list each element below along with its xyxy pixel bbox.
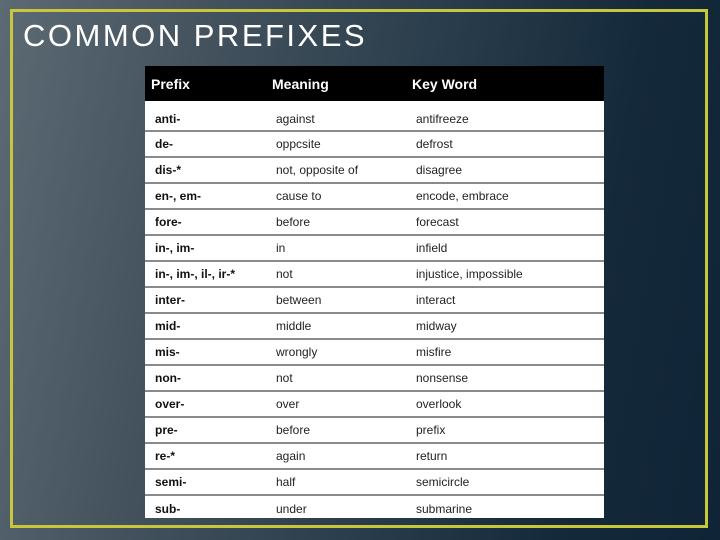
table-row: dis-* not, opposite of disagree (145, 156, 604, 183)
key-word-cell: infield (406, 234, 604, 261)
meaning-cell: not (266, 260, 406, 287)
prefix-cell: pre- (145, 416, 266, 443)
table-row: over-over overlook (145, 390, 604, 417)
key-word-cell: submarine (406, 494, 604, 521)
prefix-table: Prefix Meaning Key Word anti-against anti… (145, 66, 604, 521)
key-word-cell: misfire (406, 338, 604, 365)
header-prefix: Prefix (151, 75, 190, 92)
meaning-cell: under (266, 494, 406, 521)
table-header-row: Prefix Meaning Key Word (145, 66, 604, 101)
key-word-cell: defrost (406, 130, 604, 157)
key-word-cell: overlook (406, 390, 604, 417)
meaning-cell: not (266, 364, 406, 391)
key-word-cell: injustice, impossible (406, 260, 604, 287)
table-row: sub-under submarine (145, 494, 604, 521)
prefix-cell: mid- (145, 312, 266, 339)
table-row: en-, em-cause to encode, embrace (145, 182, 604, 209)
meaning-cell: not, opposite of (266, 156, 406, 183)
header-key-word: Key Word (412, 75, 478, 92)
meaning-cell: half (266, 468, 406, 495)
meaning-cell: against (276, 111, 315, 126)
meaning-cell: oppcsite (266, 130, 406, 157)
key-word-cell: interact (406, 286, 604, 313)
prefix-cell: en-, em- (145, 182, 266, 209)
key-word-cell: nonsense (406, 364, 604, 391)
meaning-cell: before (266, 208, 406, 235)
table-row: mis-wrongly misfire (145, 338, 604, 365)
meaning-cell: again (266, 442, 406, 469)
prefix-cell: over- (145, 390, 266, 417)
prefix-cell: mis- (145, 338, 266, 365)
meaning-cell: cause to (266, 182, 406, 209)
table-row: anti-against antifreeze (145, 101, 604, 131)
table-row: fore-before forecast (145, 208, 604, 235)
meaning-cell: in (266, 234, 406, 261)
table-row: in-, im-, il-, ir-* not injustice, impossi… (145, 260, 604, 287)
table-row: pre-before prefix (145, 416, 604, 443)
meaning-cell: between (266, 286, 406, 313)
prefix-cell: inter- (145, 286, 266, 313)
key-word-cell: semicircle (406, 468, 604, 495)
table-row: in-, im-in infield (145, 234, 604, 261)
key-word-cell: antifreeze (416, 111, 469, 126)
prefix-cell: in-, im- (145, 234, 266, 261)
key-word-cell: forecast (406, 208, 604, 235)
prefix-cell: sub- (145, 494, 266, 521)
prefix-cell: in-, im-, il-, ir-* (145, 260, 266, 287)
prefix-cell: fore- (145, 208, 266, 235)
table-row: de-oppcsite defrost (145, 130, 604, 157)
meaning-cell: wrongly (266, 338, 406, 365)
key-word-cell: disagree (406, 156, 604, 183)
prefix-cell: re-* (145, 442, 266, 469)
table-row: non-not nonsense (145, 364, 604, 391)
prefix-cell: semi- (145, 468, 266, 495)
prefix-cell: dis-* (145, 156, 266, 183)
meaning-cell: over (266, 390, 406, 417)
meaning-cell: middle (266, 312, 406, 339)
slide-title: COMMON PREFIXES (23, 18, 368, 53)
key-word-cell: encode, embrace (406, 182, 604, 209)
prefix-table-container: Prefix Meaning Key Word anti-against anti… (145, 66, 604, 521)
prefix-cell: anti- (155, 111, 181, 126)
prefix-cell: non- (145, 364, 266, 391)
key-word-cell: return (406, 442, 604, 469)
table-row: mid-middle midway (145, 312, 604, 339)
header-meaning: Meaning (272, 75, 329, 92)
table-row: inter-between interact (145, 286, 604, 313)
meaning-cell: before (266, 416, 406, 443)
key-word-cell: prefix (406, 416, 604, 443)
table-row: semi-half semicircle (145, 468, 604, 495)
prefix-cell: de- (145, 130, 266, 157)
table-row: re-* again return (145, 442, 604, 469)
key-word-cell: midway (406, 312, 604, 339)
